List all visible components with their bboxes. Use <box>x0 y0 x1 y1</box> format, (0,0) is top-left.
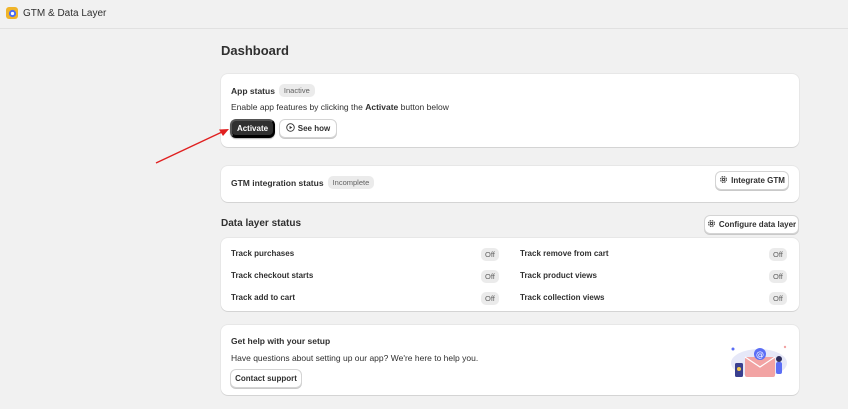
description-bold: Activate <box>365 102 399 112</box>
gear-icon <box>719 175 728 186</box>
data-layer-card: Track purchases Off Track checkout start… <box>221 238 799 311</box>
app-logo-icon <box>6 7 18 19</box>
track-collection-views-status: Off <box>769 292 787 305</box>
activate-button[interactable]: Activate <box>230 119 275 138</box>
see-how-label: See how <box>297 124 331 133</box>
track-remove-from-cart-label: Track remove from cart <box>520 249 609 258</box>
app-status-label: App status <box>231 85 275 96</box>
see-how-button[interactable]: See how <box>279 119 337 138</box>
track-checkout-starts-label: Track checkout starts <box>231 271 314 280</box>
track-purchases-label: Track purchases <box>231 249 295 258</box>
play-circle-icon <box>286 123 295 134</box>
configure-data-layer-button[interactable]: Configure data layer <box>704 215 799 234</box>
status-badge: Inactive <box>278 84 315 97</box>
description-suffix: button below <box>398 102 449 112</box>
configure-data-layer-label: Configure data layer <box>718 220 797 229</box>
track-add-to-cart-status: Off <box>481 292 499 305</box>
help-card: Get help with your setup Have questions … <box>221 325 799 395</box>
app-status-description: Enable app features by clicking the Acti… <box>231 102 449 112</box>
integrate-gtm-button[interactable]: Integrate GTM <box>715 171 789 190</box>
app-topbar: GTM & Data Layer <box>0 0 848 29</box>
track-add-to-cart-label: Track add to cart <box>231 293 296 302</box>
gear-icon <box>707 219 716 230</box>
track-purchases-status: Off <box>481 248 499 261</box>
contact-support-label: Contact support <box>235 374 297 383</box>
track-product-views-label: Track product views <box>520 271 597 280</box>
app-title: GTM & Data Layer <box>23 8 107 19</box>
contact-support-button[interactable]: Contact support <box>230 369 302 388</box>
support-illustration: @ <box>729 341 789 386</box>
track-product-views-status: Off <box>769 270 787 283</box>
data-layer-title: Data layer status <box>221 218 302 229</box>
help-title: Get help with your setup <box>231 336 331 346</box>
description-prefix: Enable app features by clicking the <box>231 102 366 112</box>
svg-text:@: @ <box>756 350 764 359</box>
integrate-gtm-label: Integrate GTM <box>731 176 785 185</box>
track-checkout-starts-status: Off <box>481 270 499 283</box>
activate-button-label: Activate <box>236 124 269 133</box>
help-description: Have questions about setting up our app?… <box>231 353 479 363</box>
page-title: Dashboard <box>221 43 289 58</box>
app-status-card: App status Inactive Enable app features … <box>221 74 799 147</box>
gtm-integration-card: GTM integration status Incomplete Integr… <box>221 166 799 202</box>
gtm-status-badge: Incomplete <box>327 176 375 189</box>
track-collection-views-label: Track collection views <box>520 293 605 302</box>
gtm-status-label: GTM integration status <box>231 177 324 188</box>
track-remove-from-cart-status: Off <box>769 248 787 261</box>
